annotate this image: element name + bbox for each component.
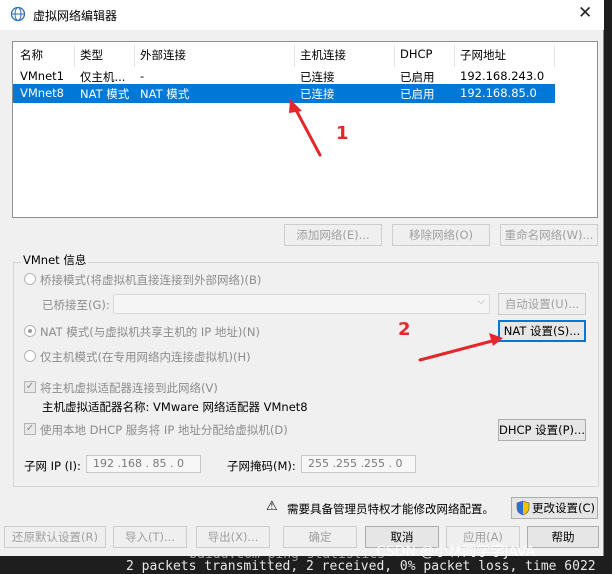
change-settings-label: 更改设置(C) (532, 498, 595, 518)
row-host-connection: 已连接 (300, 86, 335, 102)
bridged-to-label: 已桥接至(G): (42, 297, 110, 313)
row-external: - (140, 69, 144, 83)
host-only-label: 仅主机模式(在专用网络内连接虚拟机)(H) (40, 349, 251, 365)
subnet-ip-field[interactable]: 192 .168 . 85 . 0 (86, 455, 201, 473)
row-subnet: 192.168.243.0 (460, 69, 544, 83)
chevron-down-icon: ⌵ (477, 296, 485, 307)
remove-network-button[interactable]: 移除网络(O) (392, 224, 490, 246)
bridged-to-select[interactable]: ⌵ (113, 294, 490, 314)
list-header: 名称 类型 外部连接 主机连接 DHCP 子网地址 (13, 45, 597, 64)
import-button[interactable]: 导入(T)... (113, 526, 187, 548)
annotation-label-2: 2 (398, 319, 411, 340)
virtual-network-editor-dialog: 虚拟网络编辑器 ✕ 名称 类型 外部连接 主机连接 DHCP 子网地址 VMne… (0, 0, 604, 556)
admin-notice: 需要具备管理员特权才能修改网络配置。 (287, 501, 494, 517)
header-external[interactable]: 外部连接 (140, 47, 186, 63)
header-subnet[interactable]: 子网地址 (460, 47, 506, 63)
header-name[interactable]: 名称 (20, 47, 43, 63)
warning-icon: ⚠ (266, 499, 278, 514)
nat-mode-label: NAT 模式(与虚拟机共享主机的 IP 地址)(N) (40, 324, 260, 340)
table-row-selected[interactable]: VMnet8 NAT 模式 NAT 模式 已连接 已启用 192.168.85.… (13, 84, 555, 103)
use-dhcp-checkbox[interactable]: ✓ (24, 423, 36, 435)
use-dhcp-label: 使用本地 DHCP 服务将 IP 地址分配给虚拟机(D) (40, 422, 288, 438)
export-button[interactable]: 导出(X)... (196, 526, 270, 548)
host-only-radio[interactable] (24, 350, 36, 362)
close-button[interactable]: ✕ (578, 3, 592, 23)
row-external: NAT 模式 (140, 86, 189, 102)
connect-adapter-label: 将主机虚拟适配器连接到此网络(V) (40, 380, 218, 396)
network-list[interactable]: 名称 类型 外部连接 主机连接 DHCP 子网地址 VMnet1 仅主机... … (12, 41, 598, 218)
add-network-button[interactable]: 添加网络(E)... (284, 224, 382, 246)
row-subnet: 192.168.85.0 (460, 86, 537, 100)
title-bar: 虚拟网络编辑器 ✕ (0, 0, 604, 30)
row-name: VMnet8 (20, 86, 64, 100)
rename-network-button[interactable]: 重命名网络(W)... (500, 224, 598, 246)
connect-adapter-checkbox[interactable]: ✓ (24, 381, 36, 393)
header-host-connection[interactable]: 主机连接 (300, 47, 346, 63)
ok-button[interactable]: 确定 (283, 526, 357, 548)
dhcp-settings-button[interactable]: DHCP 设置(P)... (498, 419, 586, 441)
annotation-label-1: 1 (336, 123, 349, 144)
watermark: CSDN @小林同学学JAVA (376, 541, 535, 561)
header-dhcp[interactable]: DHCP (400, 47, 432, 61)
row-name: VMnet1 (20, 69, 64, 83)
subnet-mask-field[interactable]: 255 .255 .255 . 0 (301, 455, 416, 473)
row-host-connection: 已连接 (300, 69, 335, 85)
row-type: NAT 模式 (80, 86, 129, 102)
header-type[interactable]: 类型 (80, 47, 103, 63)
network-globe-icon (10, 6, 26, 22)
restore-defaults-button[interactable]: 还原默认设置(R) (4, 526, 106, 548)
help-button[interactable]: 帮助 (527, 526, 599, 548)
bridged-mode-radio[interactable] (24, 273, 36, 285)
vmnet-info-label: VMnet 信息 (21, 252, 88, 268)
adapter-name-label: 主机虚拟适配器名称: VMware 网络适配器 VMnet8 (42, 399, 308, 415)
subnet-mask-label: 子网掩码(M): (227, 458, 296, 474)
subnet-ip-label: 子网 IP (I): (24, 458, 81, 474)
row-dhcp: 已启用 (400, 69, 435, 85)
window-title: 虚拟网络编辑器 (33, 7, 117, 24)
auto-settings-button[interactable]: 自动设置(U)... (498, 293, 586, 315)
nat-settings-button[interactable]: NAT 设置(S)... (498, 320, 586, 342)
row-dhcp: 已启用 (400, 86, 435, 102)
row-type: 仅主机... (80, 69, 134, 85)
uac-shield-icon (516, 500, 530, 516)
bridged-mode-label: 桥接模式(将虚拟机直接连接到外部网络)(B) (40, 272, 261, 288)
change-settings-button[interactable]: 更改设置(C) (511, 497, 598, 519)
nat-mode-radio[interactable] (24, 325, 36, 337)
